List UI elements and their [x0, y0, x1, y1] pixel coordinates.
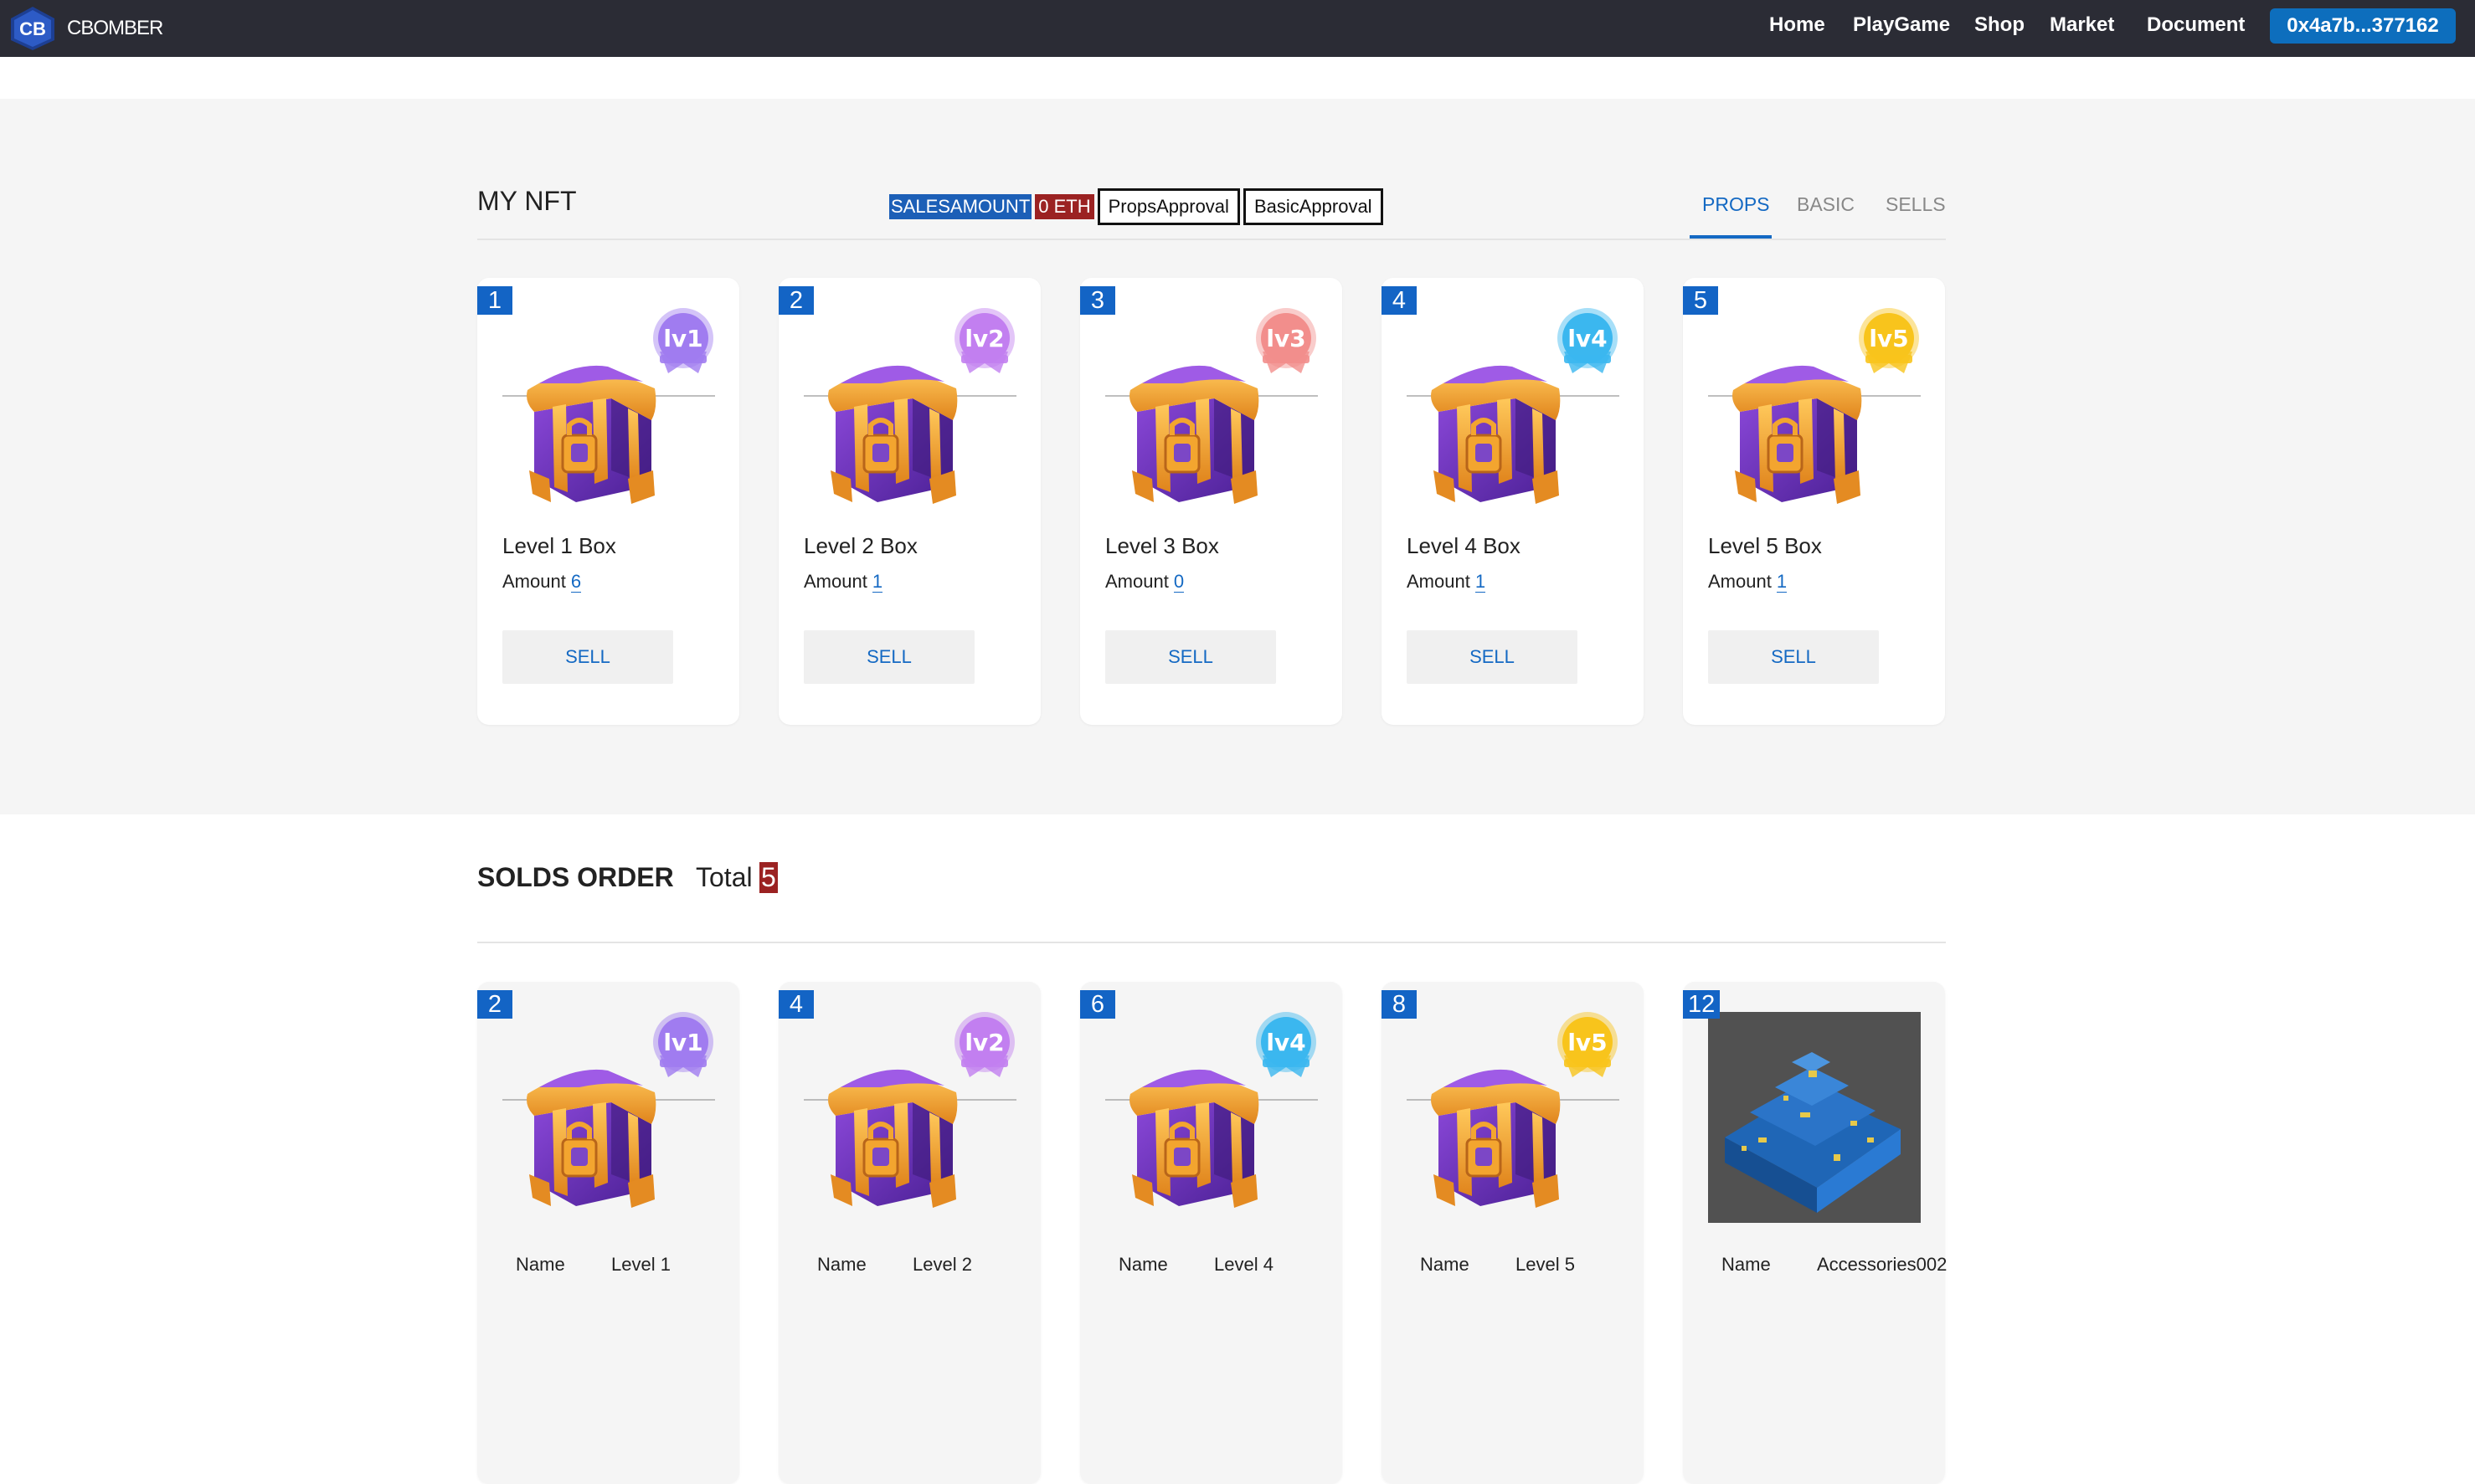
- amount-value: 6: [570, 571, 582, 593]
- level-badge-icon: lv4: [1256, 1012, 1316, 1077]
- sell-button[interactable]: SELL: [502, 630, 673, 684]
- sell-button[interactable]: SELL: [1105, 630, 1276, 684]
- order-name-label: Name: [1420, 1254, 1469, 1275]
- nav-shop[interactable]: Shop: [1974, 13, 2025, 37]
- amount-value: 0: [1173, 571, 1185, 593]
- amount-label: Amount: [1708, 571, 1772, 592]
- level-badge-icon: lv5: [1859, 308, 1919, 373]
- tab-sells[interactable]: SELLS: [1886, 193, 1946, 216]
- order-name-label: Name: [1721, 1254, 1771, 1275]
- level-badge-icon: lv2: [954, 1012, 1015, 1077]
- nav-document[interactable]: Document: [2147, 13, 2245, 37]
- sold-order-card[interactable]: 12 Name Accessories002: [1683, 982, 1948, 1484]
- amount-label: Amount: [502, 571, 566, 592]
- order-id-badge: 8: [1382, 990, 1417, 1019]
- tab-props[interactable]: PROPS: [1702, 193, 1770, 216]
- card-amount: Amount 0: [1105, 571, 1185, 593]
- order-name-value: Level 2: [913, 1254, 972, 1275]
- sell-button[interactable]: SELL: [804, 630, 975, 684]
- svg-text:lv4: lv4: [1266, 1029, 1305, 1056]
- amount-value: 1: [1474, 571, 1486, 593]
- sold-order-card[interactable]: lv4 6 Name Level 4: [1080, 982, 1342, 1484]
- nft-card: 5 lv5 Level 5 Box Amount 1 SELL: [1683, 278, 1945, 725]
- order-name-value: Level 1: [611, 1254, 671, 1275]
- order-name-value: Accessories002: [1817, 1254, 1948, 1275]
- amount-value: 1: [1776, 571, 1788, 593]
- props-approval-button[interactable]: PropsApproval: [1097, 188, 1240, 225]
- svg-text:lv5: lv5: [1869, 325, 1908, 352]
- card-name: Level 2 Box: [804, 533, 918, 558]
- card-name: Level 4 Box: [1407, 533, 1521, 558]
- svg-text:lv3: lv3: [1266, 325, 1305, 352]
- order-name-value: Level 4: [1214, 1254, 1274, 1275]
- order-id-badge: 4: [779, 990, 814, 1019]
- my-nft-title: MY NFT: [477, 186, 577, 216]
- total-count: 5: [759, 862, 778, 893]
- level-badge-icon: lv4: [1557, 308, 1618, 373]
- level-badge-icon: lv2: [954, 308, 1015, 373]
- sold-order-card[interactable]: lv2 4 Name Level 2: [779, 982, 1041, 1484]
- svg-text:lv2: lv2: [965, 1029, 1004, 1056]
- card-amount: Amount 1: [1708, 571, 1788, 593]
- sales-toolbar: SALESAMOUNT 0 ETH PropsApproval BasicApp…: [889, 187, 1383, 226]
- card-index-badge: 2: [779, 286, 814, 315]
- amount-value: 1: [872, 571, 883, 593]
- order-name-label: Name: [817, 1254, 867, 1275]
- level-badge-icon: lv1: [653, 308, 713, 373]
- nft-card: 2 lv2 Level 2 Box Amount 1 SELL: [779, 278, 1041, 725]
- order-name-label: Name: [1119, 1254, 1168, 1275]
- card-name: Level 3 Box: [1105, 533, 1219, 558]
- sell-button[interactable]: SELL: [1407, 630, 1577, 684]
- order-id-badge: 12: [1683, 990, 1721, 1019]
- order-id-badge: 6: [1080, 990, 1115, 1019]
- svg-text:lv5: lv5: [1567, 1029, 1607, 1056]
- nav-playgame[interactable]: PlayGame: [1853, 13, 1950, 37]
- nft-card: 3 lv3 Level 3 Box Amount 0 SELL: [1080, 278, 1342, 725]
- svg-text:lv1: lv1: [663, 1029, 702, 1056]
- amount-label: Amount: [1407, 571, 1470, 592]
- cbomber-logo-icon[interactable]: CB: [8, 5, 57, 52]
- solds-order-title: SOLDS ORDER: [477, 862, 674, 892]
- my-nft-divider: [477, 239, 1946, 240]
- blue-block-model-icon: [1708, 1012, 1921, 1223]
- amount-label: Amount: [1105, 571, 1169, 592]
- nav-home[interactable]: Home: [1769, 13, 1825, 37]
- card-index-badge: 4: [1382, 286, 1417, 315]
- card-index-badge: 1: [477, 286, 512, 315]
- sell-button[interactable]: SELL: [1708, 630, 1879, 684]
- card-amount: Amount 6: [502, 571, 582, 593]
- svg-text:CB: CB: [19, 18, 46, 39]
- amount-label: Amount: [804, 571, 867, 592]
- card-index-badge: 5: [1683, 286, 1718, 315]
- svg-text:lv1: lv1: [663, 325, 702, 352]
- svg-text:lv2: lv2: [965, 325, 1004, 352]
- nft-card: 4 lv4 Level 4 Box Amount 1 SELL: [1382, 278, 1644, 725]
- nav-market[interactable]: Market: [2050, 13, 2114, 37]
- level-badge-icon: lv1: [653, 1012, 713, 1077]
- card-amount: Amount 1: [1407, 571, 1486, 593]
- sold-order-card[interactable]: lv5 8 Name Level 5: [1382, 982, 1644, 1484]
- total-label: Total: [696, 862, 753, 892]
- wallet-address-button[interactable]: 0x4a7b...377162: [2270, 8, 2456, 44]
- sales-amount-value: 0 ETH: [1035, 194, 1094, 219]
- sales-amount-label: SALESAMOUNT: [889, 194, 1032, 219]
- tab-basic[interactable]: BASIC: [1797, 193, 1855, 216]
- brand-name[interactable]: CBOMBER: [67, 17, 163, 40]
- level-badge-icon: lv3: [1256, 308, 1316, 373]
- sold-order-card[interactable]: lv1 2 Name Level 1: [477, 982, 739, 1484]
- basic-approval-button[interactable]: BasicApproval: [1243, 188, 1383, 225]
- order-name-label: Name: [516, 1254, 565, 1275]
- card-index-badge: 3: [1080, 286, 1115, 315]
- level-badge-icon: lv5: [1557, 1012, 1618, 1077]
- card-amount: Amount 1: [804, 571, 883, 593]
- card-name: Level 5 Box: [1708, 533, 1822, 558]
- order-id-badge: 2: [477, 990, 512, 1019]
- svg-text:lv4: lv4: [1567, 325, 1607, 352]
- order-name-value: Level 5: [1515, 1254, 1575, 1275]
- card-name: Level 1 Box: [502, 533, 616, 558]
- top-navbar: CB CBOMBER Home PlayGame Shop Market Doc…: [0, 0, 2475, 57]
- nft-card: 1 lv1 Level 1 Box Amount 6 SELL: [477, 278, 739, 725]
- solds-divider: [477, 942, 1946, 943]
